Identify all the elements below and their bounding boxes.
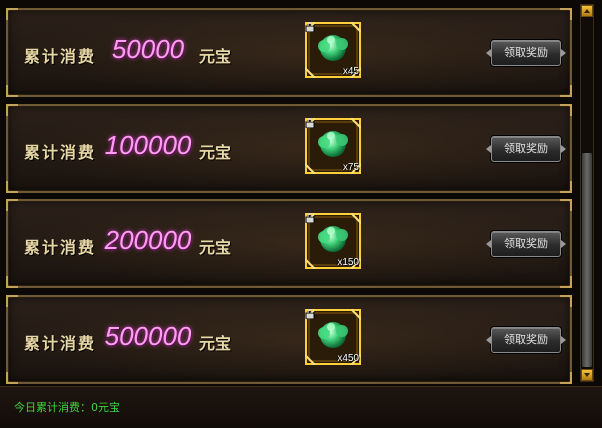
frame-corner [560, 199, 572, 211]
claim-reward-button[interactable]: 领取奖励 [486, 40, 566, 66]
spend-label: 累计消费 [24, 143, 97, 162]
lock-icon [305, 213, 315, 223]
lock-icon [305, 309, 315, 319]
lock-icon [305, 22, 315, 32]
spend-label: 累计消费 [24, 47, 97, 66]
frame-corner [6, 295, 18, 307]
spend-amount: 50000 [111, 34, 185, 64]
frame-corner [6, 372, 18, 384]
frame-corner [560, 295, 572, 307]
frame-corner [6, 8, 18, 20]
currency-unit: 元宝 [199, 334, 232, 353]
currency-unit: 元宝 [199, 143, 232, 162]
reward-row: 累计消费 100000 元宝 x75 领取奖励 [6, 104, 572, 193]
frame-corner [6, 181, 18, 193]
spend-amount: 100000 [104, 130, 192, 160]
scrollbar-thumb[interactable] [582, 153, 592, 367]
frame-corner [560, 104, 572, 116]
lock-icon [305, 118, 315, 128]
frame-corner [560, 181, 572, 193]
claim-reward-button[interactable]: 领取奖励 [486, 327, 566, 353]
reward-list: 累计消费 50000 元宝 x45 领取奖励 累计消费 100000 元宝 x7… [0, 0, 578, 384]
frame-corner [6, 104, 18, 116]
reward-row: 累计消费 50000 元宝 x45 领取奖励 [6, 8, 572, 97]
frame-corner [560, 276, 572, 288]
claim-reward-button[interactable]: 领取奖励 [486, 231, 566, 257]
scroll-down-arrow-icon[interactable] [581, 369, 593, 381]
item-quantity: x45 [342, 66, 359, 77]
reward-row: 累计消费 200000 元宝 x150 领取奖励 [6, 199, 572, 288]
spend-label: 累计消费 [24, 334, 97, 353]
currency-unit: 元宝 [199, 47, 232, 66]
reward-item-slot[interactable]: x75 [305, 118, 361, 174]
daily-spend-status: 今日累计消费：0元宝 [14, 401, 120, 414]
scroll-up-arrow-icon[interactable] [581, 5, 593, 17]
currency-unit: 元宝 [199, 238, 232, 257]
footer-bar: 今日累计消费：0元宝 [0, 386, 602, 428]
spend-amount: 500000 [104, 321, 192, 351]
frame-corner [560, 8, 572, 20]
frame-corner [6, 199, 18, 211]
vertical-scrollbar[interactable] [580, 4, 594, 382]
frame-corner [560, 85, 572, 97]
spend-amount: 200000 [104, 225, 192, 255]
reward-item-slot[interactable]: x450 [305, 309, 361, 365]
frame-corner [6, 85, 18, 97]
item-quantity: x450 [337, 353, 359, 364]
reward-item-slot[interactable]: x45 [305, 22, 361, 78]
reward-row: 累计消费 500000 元宝 x450 领取奖励 [6, 295, 572, 384]
reward-item-slot[interactable]: x150 [305, 213, 361, 269]
claim-reward-button[interactable]: 领取奖励 [486, 136, 566, 162]
frame-corner [6, 276, 18, 288]
spend-label: 累计消费 [24, 238, 97, 257]
frame-corner [560, 372, 572, 384]
item-quantity: x150 [337, 257, 359, 268]
item-quantity: x75 [342, 162, 359, 173]
